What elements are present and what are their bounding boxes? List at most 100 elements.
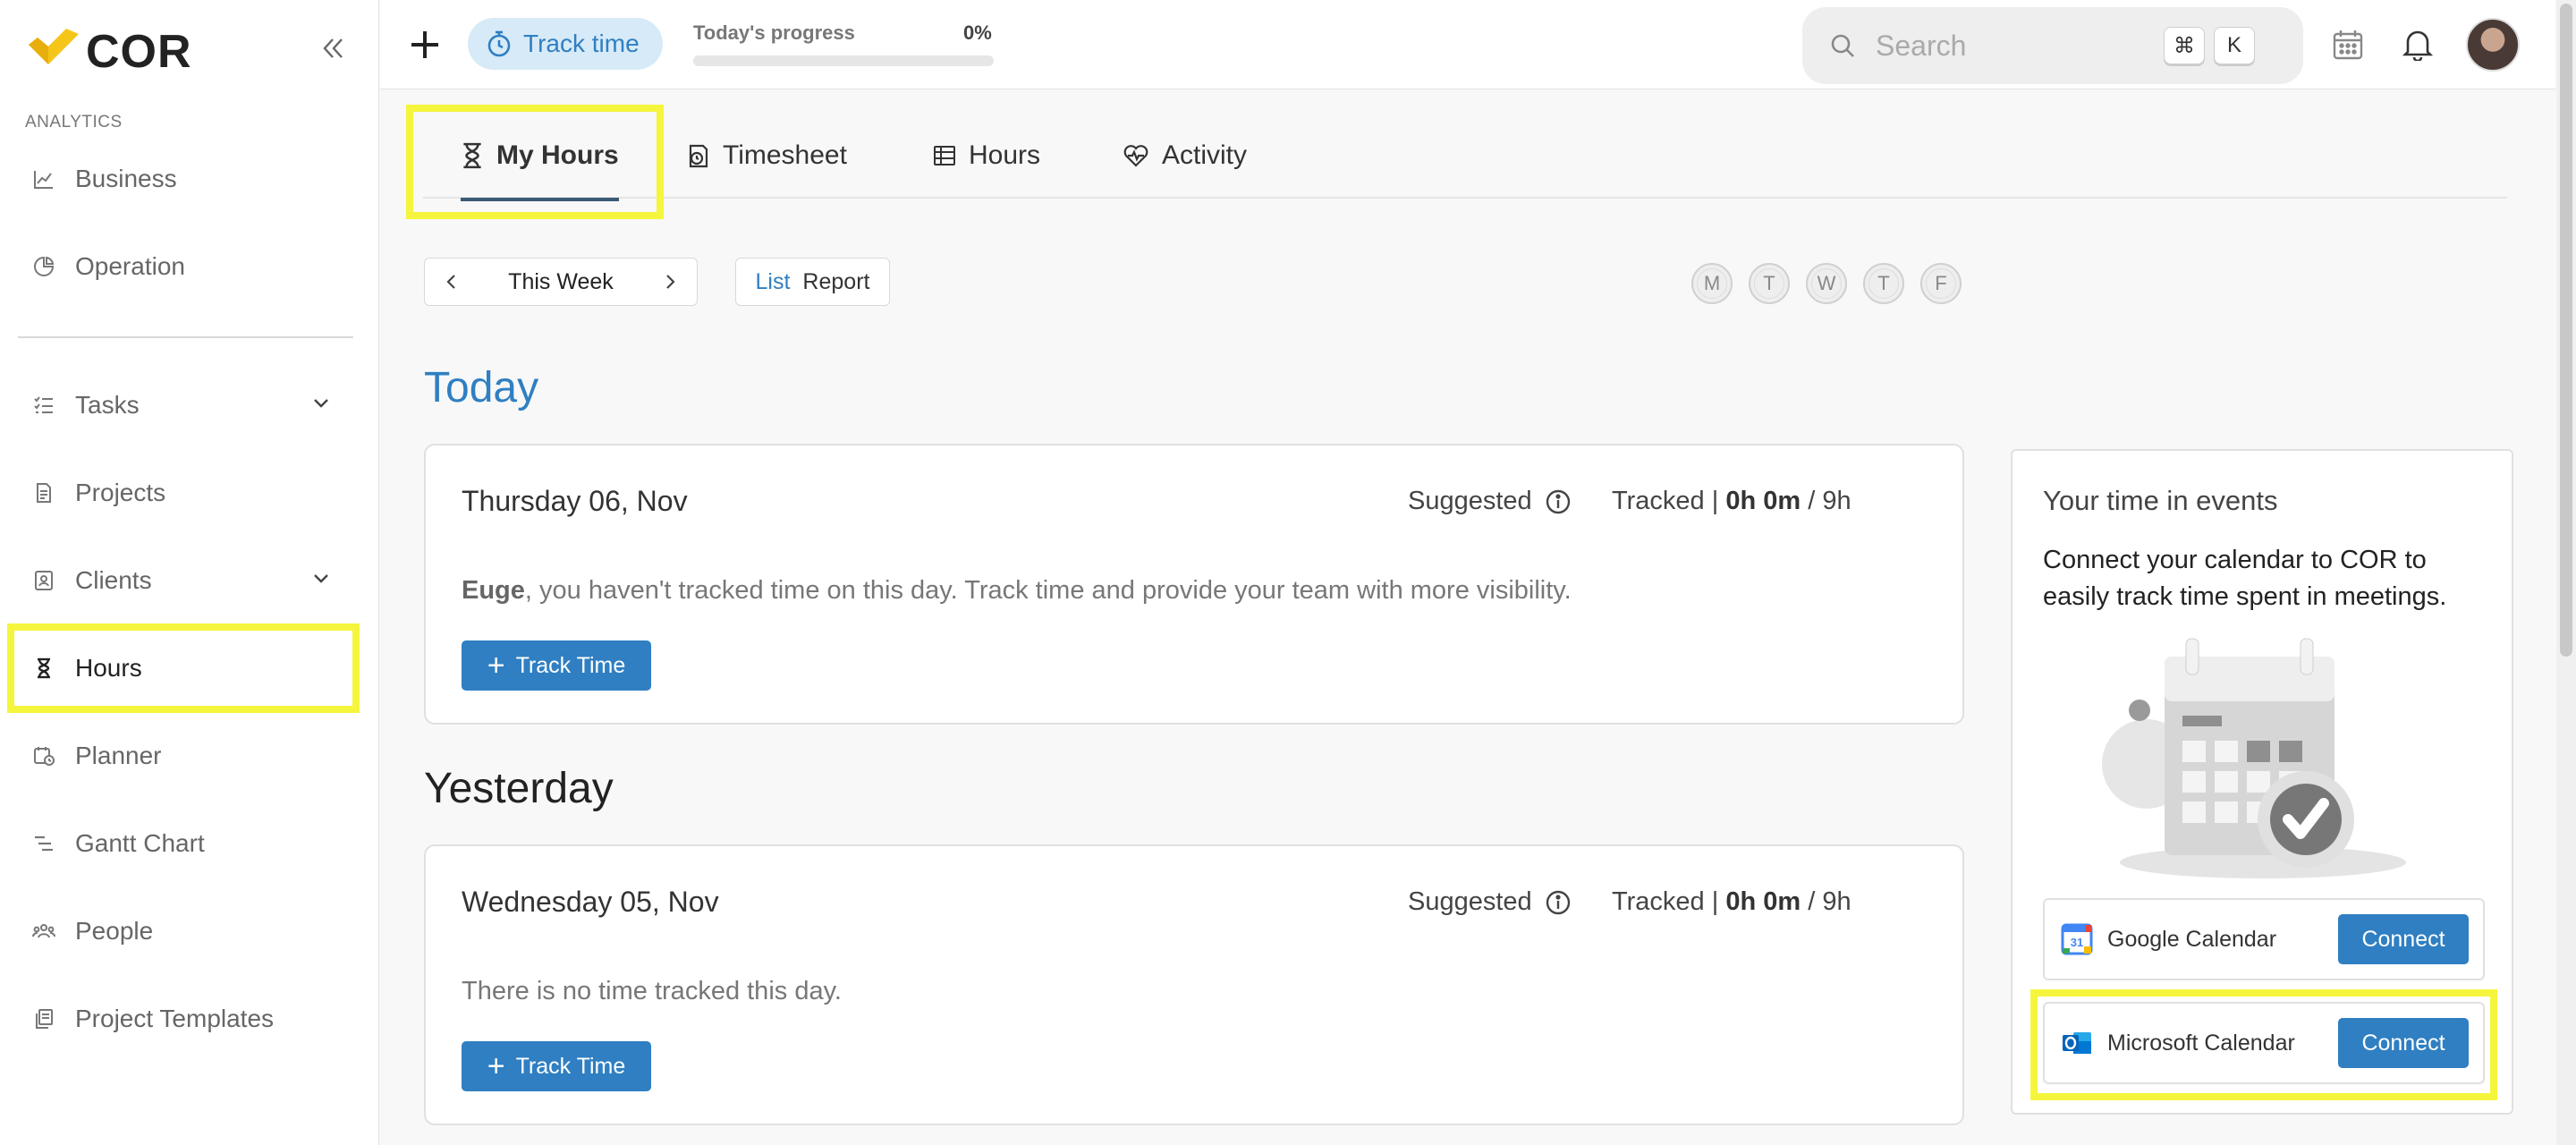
tab-label: Timesheet [723, 140, 847, 170]
previous-week-button[interactable] [425, 258, 479, 306]
top-bar: Track time Today's progress 0% ⌘ K [380, 0, 2555, 89]
plus-icon: + [487, 1049, 505, 1083]
suggested-text: Suggested [1408, 887, 1532, 916]
search-box[interactable]: ⌘ K [1802, 7, 2303, 84]
sidebar-item-label: People [75, 917, 154, 945]
panel-title: Your time in events [2043, 485, 2278, 516]
sidebar-divider [18, 336, 353, 338]
tab-label: My Hours [496, 140, 619, 170]
sidebar: COR ANALYTICS Business Operation Tasks P… [0, 0, 379, 1145]
track-time-button-yesterday[interactable]: + Track Time [462, 1041, 651, 1091]
google-calendar-icon: 31 [2061, 923, 2093, 955]
sidebar-item-projects[interactable]: Projects [9, 455, 358, 530]
sidebar-item-operation[interactable]: Operation [9, 229, 358, 304]
sidebar-item-label: Hours [75, 654, 142, 682]
connect-microsoft-calendar-button[interactable]: Connect [2338, 1018, 2469, 1068]
sidebar-item-label: Tasks [75, 391, 140, 419]
command-key: ⌘ [2164, 27, 2205, 64]
calendar-name: Google Calendar [2107, 926, 2277, 952]
sidebar-item-clients[interactable]: Clients [9, 543, 358, 618]
people-icon [30, 918, 57, 945]
document-icon [30, 479, 57, 506]
calendar-button[interactable] [2326, 23, 2369, 66]
today-heading: Today [424, 364, 539, 411]
view-toggle: List Report [735, 258, 890, 306]
tab-activity[interactable]: Activity [1123, 113, 1247, 199]
progress-label: Today's progress [693, 21, 855, 44]
sidebar-item-label: Project Templates [75, 1005, 275, 1032]
outlook-icon [2063, 1032, 2091, 1054]
logo-text: COR [86, 26, 192, 78]
add-button[interactable] [407, 23, 443, 66]
k-key: K [2214, 27, 2255, 64]
suggested-text: Suggested [1408, 487, 1532, 515]
chevron-right-icon [666, 275, 675, 289]
calendar-illustration [2102, 638, 2406, 878]
cor-logo[interactable]: COR [25, 25, 192, 79]
sidebar-item-label: Planner [75, 742, 162, 769]
sidebar-item-planner[interactable]: Planner [9, 718, 358, 793]
track-time-button-today[interactable]: + Track Time [462, 640, 651, 691]
tracked-summary: Tracked | 0h 0m / 9h [1612, 487, 1852, 516]
sidebar-item-label: Projects [75, 479, 166, 506]
heart-pulse-icon [1123, 145, 1148, 167]
chevron-down-icon[interactable] [311, 393, 331, 412]
tracked-value: 0h 0m [1725, 887, 1801, 916]
svg-text:31: 31 [2071, 936, 2083, 949]
sidebar-item-gantt-chart[interactable]: Gantt Chart [9, 806, 358, 881]
list-view-option[interactable]: List [756, 269, 791, 295]
suggested-label: Suggested [1408, 887, 1572, 917]
pie-chart-icon [30, 253, 57, 280]
search-input[interactable] [1874, 28, 2142, 64]
chart-line-icon [30, 165, 57, 192]
tracked-label: Tracked | [1612, 887, 1719, 916]
sidebar-item-project-templates[interactable]: Project Templates [9, 981, 358, 1056]
report-view-option[interactable]: Report [802, 269, 869, 295]
panel-description: Connect your calendar to COR to easily t… [2043, 546, 2447, 611]
chevron-left-icon [446, 275, 455, 289]
tab-label: Hours [969, 140, 1041, 170]
hourglass-icon [30, 655, 57, 682]
chevron-down-icon[interactable] [311, 568, 331, 588]
day-wednesday[interactable]: W [1806, 263, 1847, 304]
sidebar-item-label: Business [75, 165, 177, 192]
tab-my-hours[interactable]: My Hours [461, 113, 619, 201]
tab-bar: My Hours Timesheet Hours Activity [423, 113, 2507, 201]
tracked-summary: Tracked | 0h 0m / 9h [1612, 887, 1852, 917]
user-avatar[interactable] [2466, 18, 2520, 72]
day-thursday[interactable]: T [1863, 263, 1904, 304]
search-icon [1831, 34, 1854, 57]
bell-icon [2402, 30, 2433, 61]
plus-icon: + [487, 649, 505, 683]
scrollbar-thumb[interactable] [2560, 4, 2572, 657]
table-icon [934, 146, 955, 165]
calendar-name: Microsoft Calendar [2107, 1030, 2295, 1056]
page-scrollbar[interactable] [2556, 0, 2576, 1145]
progress-bar [693, 55, 994, 66]
day-card-yesterday: Wednesday 05, Nov Suggested Tracked | 0h… [424, 844, 1964, 1125]
stopwatch-icon [487, 30, 511, 57]
tab-timesheet[interactable]: Timesheet [685, 113, 847, 199]
track-time-label: Track time [523, 30, 640, 57]
next-week-button[interactable] [643, 258, 697, 306]
sidebar-item-business[interactable]: Business [9, 141, 358, 216]
info-icon[interactable] [1545, 488, 1572, 515]
sidebar-item-people[interactable]: People [9, 894, 358, 969]
tracked-total: / 9h [1808, 487, 1852, 515]
notifications-button[interactable] [2396, 23, 2439, 66]
day-monday[interactable]: M [1691, 263, 1733, 304]
day-friday[interactable]: F [1920, 263, 1962, 304]
sidebar-item-hours[interactable]: Hours [9, 631, 358, 706]
connect-google-calendar-button[interactable]: Connect [2338, 914, 2469, 964]
sidebar-item-tasks[interactable]: Tasks [9, 368, 358, 443]
google-calendar-row: 31 Google Calendar Connect [2043, 898, 2485, 980]
info-icon[interactable] [1545, 889, 1572, 916]
tab-hours[interactable]: Hours [933, 113, 1040, 199]
no-time-message: There is no time tracked this day. [462, 977, 842, 1005]
day-tuesday[interactable]: T [1749, 263, 1790, 304]
track-time-button[interactable]: Track time [468, 18, 663, 70]
day-card-today: Thursday 06, Nov Suggested Tracked | 0h … [424, 444, 1964, 725]
collapse-sidebar-button[interactable] [315, 30, 351, 66]
button-label: Track Time [515, 1053, 626, 1079]
button-label: Track Time [515, 652, 626, 678]
